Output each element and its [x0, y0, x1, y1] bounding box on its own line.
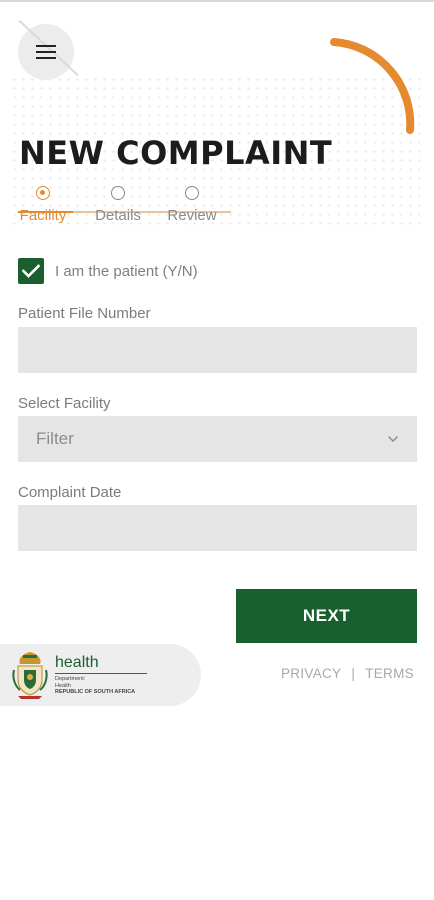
is-patient-checkbox[interactable] [18, 258, 44, 284]
step-radio-icon [185, 186, 199, 200]
coat-of-arms-icon [12, 652, 48, 699]
patient-file-number-label: Patient File Number [18, 305, 151, 322]
logo-text: health Department: Health REPUBLIC OF SO… [55, 654, 147, 696]
is-patient-label: I am the patient (Y/N) [55, 262, 198, 280]
footer-links: PRIVACY | TERMS [281, 666, 414, 681]
health-department-logo: health Department: Health REPUBLIC OF SO… [0, 644, 201, 706]
facility-select[interactable]: Filter [18, 416, 417, 462]
step-label: Facility [19, 207, 67, 224]
complaint-date-input[interactable] [18, 505, 417, 551]
check-icon [22, 264, 40, 278]
step-details[interactable]: Details [83, 186, 153, 224]
next-button[interactable]: NEXT [236, 589, 417, 643]
privacy-link[interactable]: PRIVACY [281, 666, 341, 681]
footer-separator: | [351, 666, 356, 681]
chevron-down-icon [388, 436, 398, 442]
is-patient-row[interactable]: I am the patient (Y/N) [18, 258, 198, 284]
logo-country: REPUBLIC OF SOUTH AFRICA [55, 689, 136, 696]
top-divider [0, 0, 434, 2]
select-facility-label: Select Facility [18, 395, 111, 412]
hamburger-menu-icon [36, 45, 56, 59]
step-label: Details [95, 207, 141, 224]
terms-link[interactable]: TERMS [365, 666, 414, 681]
page-title: NEW COMPLAINT [19, 134, 333, 172]
logo-word: health [55, 654, 99, 672]
facility-select-value: Filter [36, 429, 74, 448]
logo-rule [55, 673, 147, 675]
patient-file-number-input[interactable] [18, 327, 417, 373]
step-facility[interactable]: Facility [8, 186, 78, 224]
menu-button[interactable] [18, 20, 79, 80]
stepper: Facility Details Review [18, 186, 231, 236]
complaint-date-label: Complaint Date [18, 484, 122, 501]
step-review[interactable]: Review [157, 186, 227, 224]
step-radio-icon [36, 186, 50, 200]
step-label: Review [167, 207, 217, 224]
step-radio-icon [111, 186, 125, 200]
decorative-arc [330, 38, 415, 134]
